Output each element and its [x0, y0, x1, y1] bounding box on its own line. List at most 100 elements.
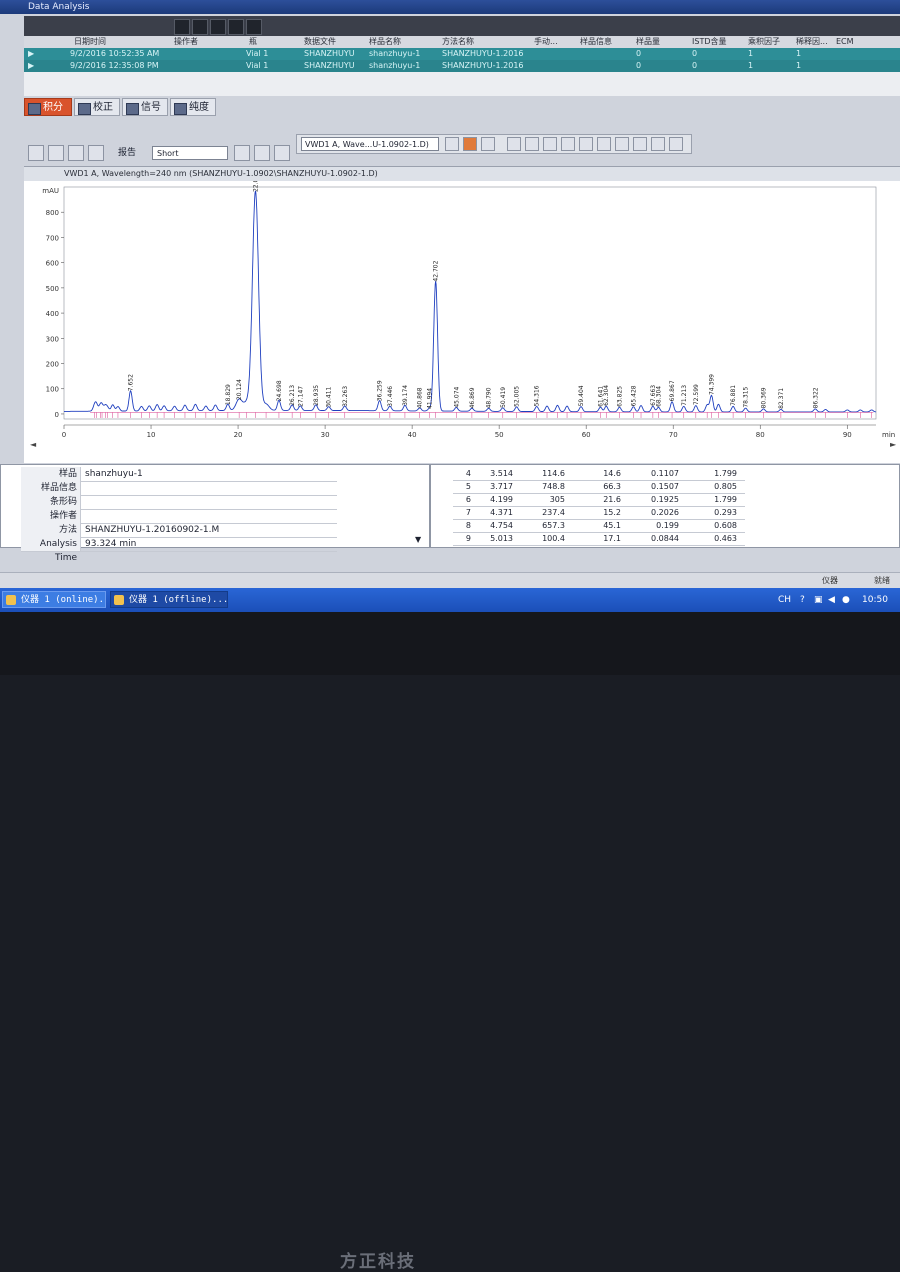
results-row[interactable]: 9 5.013 100.4 17.1 0.0844 0.463 [453, 532, 745, 546]
col-header-istd[interactable]: ISTD含量 [692, 36, 726, 48]
zoom-icon[interactable] [463, 137, 477, 151]
save-icon[interactable] [48, 145, 64, 161]
peak-label: 76.881 [730, 385, 737, 406]
statusbar: 仪器 就绪 [0, 572, 900, 589]
y-tick-label: 200 [46, 361, 59, 369]
results-row[interactable]: 7 4.371 237.4 15.2 0.2026 0.293 [453, 506, 745, 520]
help-icon[interactable]: ? [800, 594, 805, 606]
sample-info-row: 方法 SHANZHUYU-1.20160902-1.M [21, 523, 337, 538]
col-header-ecm[interactable]: ECM [836, 36, 854, 48]
cursor-icon[interactable] [507, 137, 521, 151]
preview-icon[interactable] [88, 145, 104, 161]
pan-icon[interactable] [481, 137, 495, 151]
sample-info-pane: 样品 shanzhuyu-1 样品信息 条形码 操作者 方法 SHANZHUYU-1.201… [0, 464, 430, 563]
peak-label: 45.074 [453, 386, 460, 407]
row-expand-icon[interactable]: ▶ [28, 48, 34, 60]
peak-end-icon[interactable] [561, 137, 575, 151]
sample-info-row: Analysis Time 93.324 min [21, 537, 337, 563]
nav-prev-button[interactable] [192, 19, 208, 35]
results-cell-n: 7 [465, 508, 471, 517]
nav-last-button[interactable] [228, 19, 244, 35]
peak-label: 48.790 [486, 387, 493, 408]
scroll-right-icon[interactable]: ► [890, 440, 897, 449]
manual-integration-icon[interactable] [597, 137, 611, 151]
col-header-dilution[interactable]: 稀释因... [796, 36, 828, 48]
integrate-icon[interactable] [445, 137, 459, 151]
run-sample: shanzhuyu-1 [369, 49, 421, 58]
run-row[interactable]: ▶ 9/2/2016 10:52:35 AM Vial 1 SHANZHUYU … [24, 48, 900, 60]
run-row[interactable]: ▶ 9/2/2016 12:35:08 PM Vial 1 SHANZHUYU … [24, 60, 900, 72]
peak-label: 69.867 [669, 380, 676, 401]
y-axis-label: mAU [42, 187, 59, 195]
run-date: 9/2/2016 10:52:35 AM [70, 49, 160, 58]
nav-next-button[interactable] [210, 19, 226, 35]
scroll-left-icon[interactable]: ◄ [30, 440, 37, 449]
col-header-multiplier[interactable]: 乘积因子 [748, 36, 780, 48]
taskbar-label: 仪器 1 (online)... [21, 595, 106, 605]
results-row[interactable]: 4 3.514 114.6 14.6 0.1107 1.799 [453, 467, 745, 481]
peak-label: 41.994 [426, 388, 433, 409]
row-expand-icon[interactable]: ▶ [28, 60, 34, 72]
results-row[interactable]: 6 4.199 305 21.6 0.1925 1.799 [453, 493, 745, 507]
results-cell-height: 17.1 [603, 534, 621, 543]
security-icon[interactable]: ● [842, 594, 850, 606]
results-cell-width: 0.1925 [651, 495, 679, 504]
peak-label: 65.428 [630, 385, 637, 406]
sample-info-label: 方法 [21, 523, 81, 537]
nav-pause-button[interactable] [246, 19, 262, 35]
report-style-select[interactable]: Short [152, 146, 228, 160]
dropdown-arrow-icon[interactable]: ▼ [415, 535, 421, 544]
redo-icon[interactable] [669, 137, 683, 151]
signal-toolbar: VWD1 A, Wave...U-1.0902-1.D) [296, 134, 692, 154]
open-icon[interactable] [28, 145, 44, 161]
x-tick-label: 70 [669, 431, 678, 439]
col-header-vial[interactable]: 瓶 [249, 36, 257, 48]
run-method: SHANZHUYU-1.2016 [442, 49, 524, 58]
col-header-sampleinfo[interactable]: 样品信息 [580, 36, 612, 48]
run-multiplier: 1 [748, 61, 754, 70]
tangent-icon[interactable] [615, 137, 629, 151]
nav-first-button[interactable] [174, 19, 190, 35]
x-tick-label: 60 [582, 431, 591, 439]
col-header-amount[interactable]: 样品量 [636, 36, 660, 48]
results-icon[interactable] [68, 145, 84, 161]
monitor-brand-logo: 方正科技 [340, 1252, 416, 1272]
print-preview-icon[interactable] [234, 145, 250, 161]
signal-select[interactable]: VWD1 A, Wave...U-1.0902-1.D) [301, 137, 439, 151]
y-tick-label: 0 [55, 411, 59, 419]
col-header-datafile[interactable]: 数据文件 [304, 36, 336, 48]
signal-icon [126, 103, 139, 115]
language-indicator[interactable]: CH [778, 594, 791, 606]
col-header-date[interactable]: 日期时间 [74, 36, 106, 48]
taskbar-item-offline[interactable]: 仪器 1 (offline)... [110, 591, 228, 608]
col-header-sample[interactable]: 样品名称 [369, 36, 401, 48]
volume-icon[interactable]: ◀ [828, 594, 835, 606]
peak-label: 22.034 [252, 181, 259, 192]
baseline-icon[interactable] [525, 137, 539, 151]
results-row[interactable]: 5 3.717 748.8 66.3 0.1507 0.805 [453, 480, 745, 494]
window-titlebar: Data Analysis [0, 0, 900, 14]
network-icon[interactable]: ▣ [814, 594, 823, 606]
print-icon[interactable] [274, 145, 290, 161]
chromatogram-chart[interactable]: 0 100 200 300 400 500 600 700 800 mAU 0 10 20 30 40 50 6… [24, 181, 900, 463]
results-cell-n: 9 [465, 534, 471, 543]
peak-start-icon[interactable] [543, 137, 557, 151]
tab-integration[interactable]: 积分 [24, 98, 72, 116]
results-cell-n: 8 [465, 521, 471, 530]
split-peak-icon[interactable] [579, 137, 593, 151]
report-icon[interactable] [254, 145, 270, 161]
undo-icon[interactable] [651, 137, 665, 151]
peak-label: 20.124 [236, 379, 243, 400]
col-header-operator[interactable]: 操作者 [174, 36, 198, 48]
run-grid-empty-area [24, 72, 900, 96]
col-header-method[interactable]: 方法名称 [442, 36, 474, 48]
results-row[interactable]: 8 4.754 657.3 45.1 0.199 0.608 [453, 519, 745, 533]
delete-peak-icon[interactable] [633, 137, 647, 151]
tab-purity[interactable]: 纯度 [170, 98, 216, 116]
tab-signal[interactable]: 信号 [122, 98, 168, 116]
results-cell-sym: 1.799 [714, 469, 737, 478]
results-cell-width: 0.199 [656, 521, 679, 530]
tab-calibration[interactable]: 校正 [74, 98, 120, 116]
col-header-manual[interactable]: 手动... [534, 36, 558, 48]
taskbar-item-online[interactable]: 仪器 1 (online)... [2, 591, 106, 608]
